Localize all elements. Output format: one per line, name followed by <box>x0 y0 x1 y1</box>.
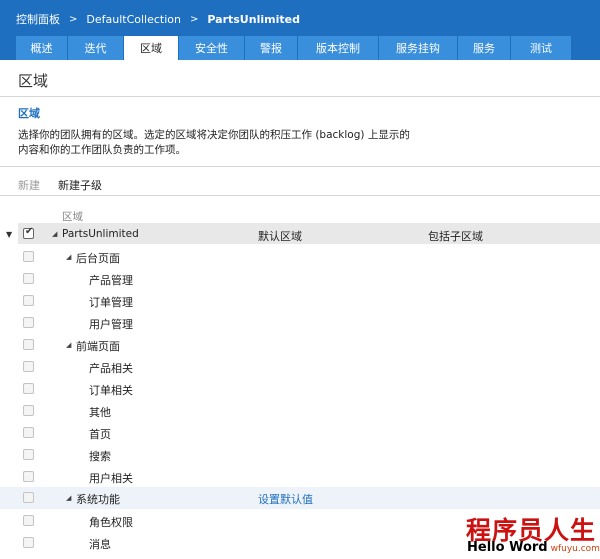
row-expand-icon[interactable]: ▼ <box>6 230 12 239</box>
row-checkbox[interactable] <box>23 295 34 306</box>
breadcrumb-separator: > <box>69 13 78 25</box>
page-title: 区域 <box>18 72 49 90</box>
section-title: 区域 <box>18 107 40 120</box>
tree-row[interactable]: ◢ 前端页面 <box>0 334 600 356</box>
collapse-triangle-icon[interactable]: ◢ <box>52 230 57 238</box>
tree-row-label: 用户相关 <box>89 472 133 485</box>
breadcrumb: 控制面板 > DefaultCollection > PartsUnlimite… <box>16 11 300 27</box>
tree-row-label: 搜索 <box>89 450 111 463</box>
tree-row-hovered[interactable]: ◢ 系统功能 设置默认值 <box>0 487 600 509</box>
tree-row-label: 后台页面 <box>76 252 120 265</box>
row-checkbox[interactable] <box>23 449 34 460</box>
collapse-triangle-icon[interactable]: ◢ <box>66 253 71 261</box>
row-checkbox[interactable] <box>23 427 34 438</box>
toolbar: 新建 新建子级 <box>18 177 102 193</box>
tab-test[interactable]: 测试 <box>511 36 571 60</box>
tab-overview[interactable]: 概述 <box>16 36 67 60</box>
grid-caption: 区域 <box>62 211 83 223</box>
tree-row-label: 用户管理 <box>89 318 133 331</box>
row-checkbox[interactable] <box>23 383 34 394</box>
column-include-subareas: 包括子区域 <box>428 230 483 243</box>
new-child-button[interactable]: 新建子级 <box>58 177 102 193</box>
row-checkbox[interactable] <box>23 537 34 548</box>
watermark-hello: Hello Word <box>467 540 548 555</box>
tree-row-label: 消息 <box>89 538 111 551</box>
column-default-area: 默认区域 <box>258 230 302 243</box>
tree-row[interactable]: 首页 <box>0 422 600 444</box>
tab-bar: 概述 迭代 区域 安全性 警报 版本控制 服务挂钩 服务 测试 <box>16 36 571 60</box>
tree-row[interactable]: 其他 <box>0 400 600 422</box>
tree-row[interactable]: 订单管理 <box>0 290 600 312</box>
row-checkbox[interactable] <box>23 339 34 350</box>
tree-row-label: 订单相关 <box>89 384 133 397</box>
row-checkbox[interactable] <box>23 492 34 503</box>
tree-row-label: 其他 <box>89 406 111 419</box>
row-checkbox[interactable] <box>23 515 34 526</box>
tree-row-label: 产品管理 <box>89 274 133 287</box>
row-checkbox[interactable] <box>23 471 34 482</box>
root-area-label: PartsUnlimited <box>62 228 139 240</box>
tree-row[interactable]: 产品管理 <box>0 268 600 290</box>
tab-alerts[interactable]: 警报 <box>245 36 297 60</box>
breadcrumb-control-panel[interactable]: 控制面板 <box>16 11 60 27</box>
tab-services[interactable]: 服务 <box>458 36 510 60</box>
row-checkbox[interactable] <box>23 251 34 262</box>
tree-row[interactable]: 用户相关 <box>0 466 600 488</box>
tab-service-hooks[interactable]: 服务挂钩 <box>379 36 457 60</box>
breadcrumb-project[interactable]: PartsUnlimited <box>207 13 300 26</box>
tab-security[interactable]: 安全性 <box>179 36 244 60</box>
tree-row-label: 角色权限 <box>89 516 133 529</box>
tree-row-label: 系统功能 <box>76 493 120 506</box>
row-checkbox[interactable] <box>23 273 34 284</box>
row-checkbox[interactable] <box>23 361 34 372</box>
tab-areas[interactable]: 区域 <box>124 36 178 60</box>
collapse-triangle-icon[interactable]: ◢ <box>66 341 71 349</box>
tree-row[interactable]: 订单相关 <box>0 378 600 400</box>
set-default-link[interactable]: 设置默认值 <box>258 491 313 507</box>
tree-row-label: 首页 <box>89 428 111 441</box>
divider <box>0 166 600 167</box>
tree-row-label: 订单管理 <box>89 296 133 309</box>
row-checkbox[interactable] <box>23 405 34 416</box>
row-checkbox[interactable] <box>23 317 34 328</box>
grid-root-row[interactable]: ▼ ◢ PartsUnlimited 默认区域 包括子区域 <box>0 223 600 245</box>
divider <box>0 96 600 97</box>
header-bar: 控制面板 > DefaultCollection > PartsUnlimite… <box>0 0 600 60</box>
tree-row[interactable]: 搜索 <box>0 444 600 466</box>
breadcrumb-collection[interactable]: DefaultCollection <box>86 13 181 26</box>
tree-row-label: 产品相关 <box>89 362 133 375</box>
watermark-site: wfuyu.com <box>550 544 600 554</box>
tab-version-control[interactable]: 版本控制 <box>298 36 378 60</box>
row-checkbox[interactable] <box>23 226 34 239</box>
tree-row-label: 前端页面 <box>76 340 120 353</box>
collapse-triangle-icon[interactable]: ◢ <box>66 494 71 502</box>
tree-row[interactable]: 产品相关 <box>0 356 600 378</box>
tree-row[interactable]: 用户管理 <box>0 312 600 334</box>
tab-iterations[interactable]: 迭代 <box>68 36 123 60</box>
tree-row[interactable]: ◢ 后台页面 <box>0 246 600 268</box>
watermark-subtitle: Hello Word wfuyu.com <box>467 540 600 555</box>
new-button[interactable]: 新建 <box>18 177 40 193</box>
breadcrumb-separator: > <box>190 13 199 25</box>
page-description: 选择你的团队拥有的区域。选定的区域将决定你团队的积压工作 (backlog) 上… <box>18 129 410 156</box>
divider <box>0 195 600 196</box>
